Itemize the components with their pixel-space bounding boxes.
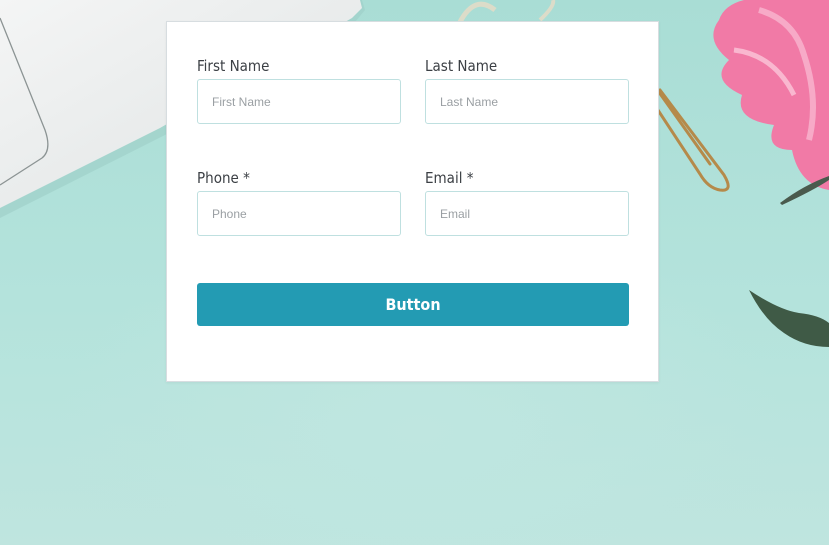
- first-name-field: First Name: [197, 56, 401, 124]
- leaf-image: [749, 290, 829, 347]
- email-field: Email *: [425, 168, 629, 236]
- last-name-field: Last Name: [425, 56, 629, 124]
- first-name-label: First Name: [197, 57, 270, 75]
- last-name-input[interactable]: [425, 79, 629, 124]
- submit-button[interactable]: Button: [197, 283, 629, 326]
- email-input[interactable]: [425, 191, 629, 236]
- first-name-input[interactable]: [197, 79, 401, 124]
- last-name-label: Last Name: [425, 57, 498, 75]
- email-label: Email *: [425, 169, 474, 187]
- contact-form-card: First Name Last Name Phone * Email * But…: [166, 21, 659, 382]
- phone-label: Phone *: [197, 169, 250, 187]
- phone-input[interactable]: [197, 191, 401, 236]
- pink-flower-image: [713, 0, 829, 205]
- phone-field: Phone *: [197, 168, 401, 236]
